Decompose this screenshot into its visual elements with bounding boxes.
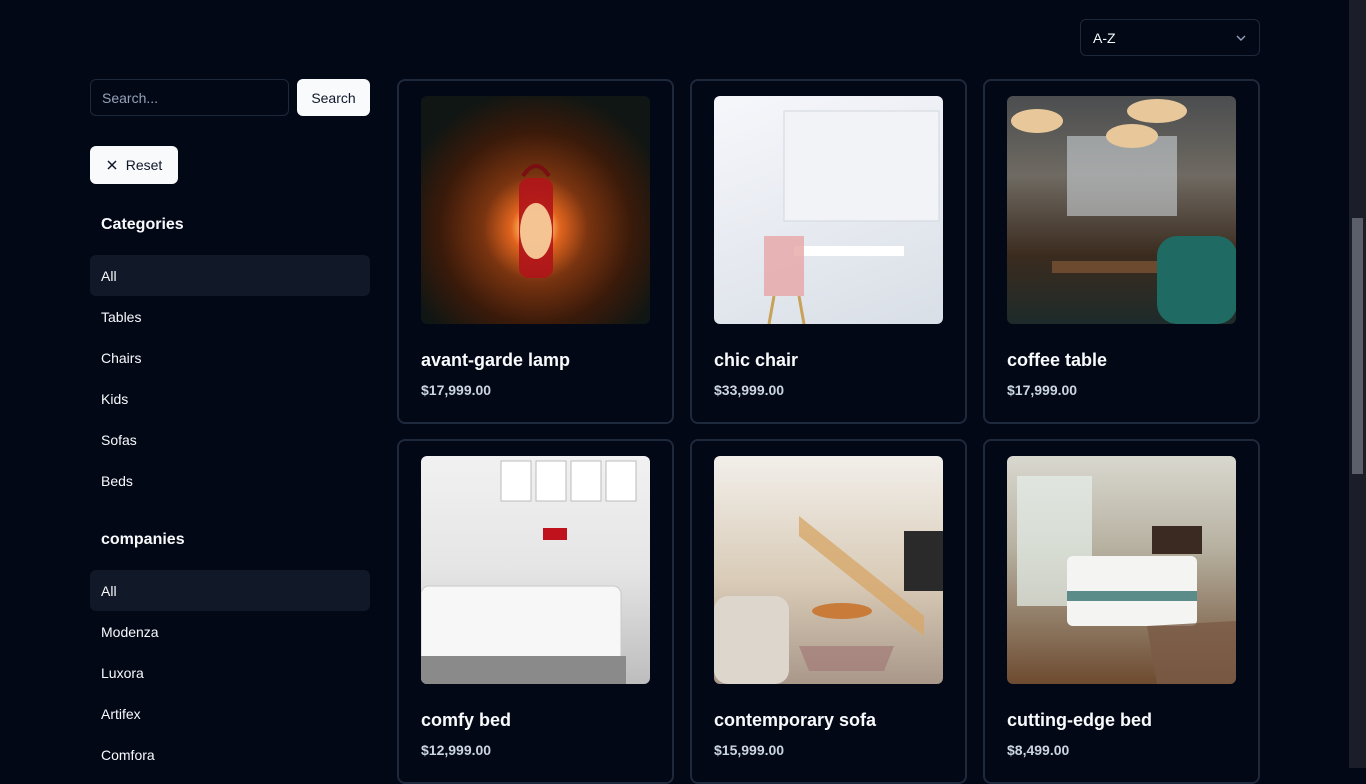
product-card[interactable]: avant-garde lamp $17,999.00 — [397, 79, 674, 424]
product-price: $33,999.00 — [714, 382, 785, 398]
chevron-down-icon — [1235, 32, 1247, 44]
product-card[interactable]: cutting-edge bed $8,499.00 — [983, 439, 1260, 784]
product-price: $17,999.00 — [421, 382, 492, 398]
category-item-all[interactable]: All — [90, 255, 370, 296]
product-card[interactable]: chic chair $33,999.00 — [690, 79, 967, 424]
category-item-tables[interactable]: Tables — [90, 296, 370, 337]
companies-list: All Modenza Luxora Artifex Comfora — [90, 570, 370, 775]
page-scrollbar[interactable] — [1349, 0, 1366, 768]
product-price: $8,499.00 — [1007, 742, 1070, 758]
product-name: cutting-edge bed — [1007, 710, 1152, 730]
product-name: contemporary sofa — [714, 710, 877, 730]
product-name: avant-garde lamp — [421, 350, 571, 370]
search-button[interactable]: Search — [297, 79, 370, 116]
product-image — [714, 96, 943, 324]
product-card[interactable]: coffee table $17,999.00 — [983, 79, 1260, 424]
sort-select-value: A-Z — [1093, 29, 1116, 46]
category-item-beds[interactable]: Beds — [90, 460, 370, 501]
scrollbar-thumb[interactable] — [1352, 218, 1363, 474]
company-item-comfora[interactable]: Comfora — [90, 734, 370, 775]
reset-label: Reset — [125, 157, 163, 173]
product-name: chic chair — [714, 350, 799, 370]
product-image — [421, 456, 650, 684]
product-name: coffee table — [1007, 350, 1108, 370]
company-item-modenza[interactable]: Modenza — [90, 611, 370, 652]
reset-button[interactable]: Reset — [90, 146, 178, 184]
categories-title: Categories — [101, 216, 184, 233]
close-icon — [106, 159, 118, 171]
product-card[interactable]: contemporary sofa $15,999.00 — [690, 439, 967, 784]
companies-title: companies — [101, 531, 185, 548]
category-item-sofas[interactable]: Sofas — [90, 419, 370, 460]
company-item-all[interactable]: All — [90, 570, 370, 611]
product-name: comfy bed — [421, 710, 512, 730]
product-price: $17,999.00 — [1007, 382, 1078, 398]
category-item-kids[interactable]: Kids — [90, 378, 370, 419]
company-item-artifex[interactable]: Artifex — [90, 693, 370, 734]
category-item-chairs[interactable]: Chairs — [90, 337, 370, 378]
product-price: $15,999.00 — [714, 742, 785, 758]
product-image — [1007, 96, 1236, 324]
product-image — [1007, 456, 1236, 684]
company-item-luxora[interactable]: Luxora — [90, 652, 370, 693]
product-image — [421, 96, 650, 324]
search-input[interactable] — [90, 79, 289, 116]
sort-select[interactable]: A-Z — [1080, 19, 1260, 56]
categories-list: All Tables Chairs Kids Sofas Beds — [90, 255, 370, 501]
product-price: $12,999.00 — [421, 742, 492, 758]
product-image — [714, 456, 943, 684]
product-card[interactable]: comfy bed $12,999.00 — [397, 439, 674, 784]
